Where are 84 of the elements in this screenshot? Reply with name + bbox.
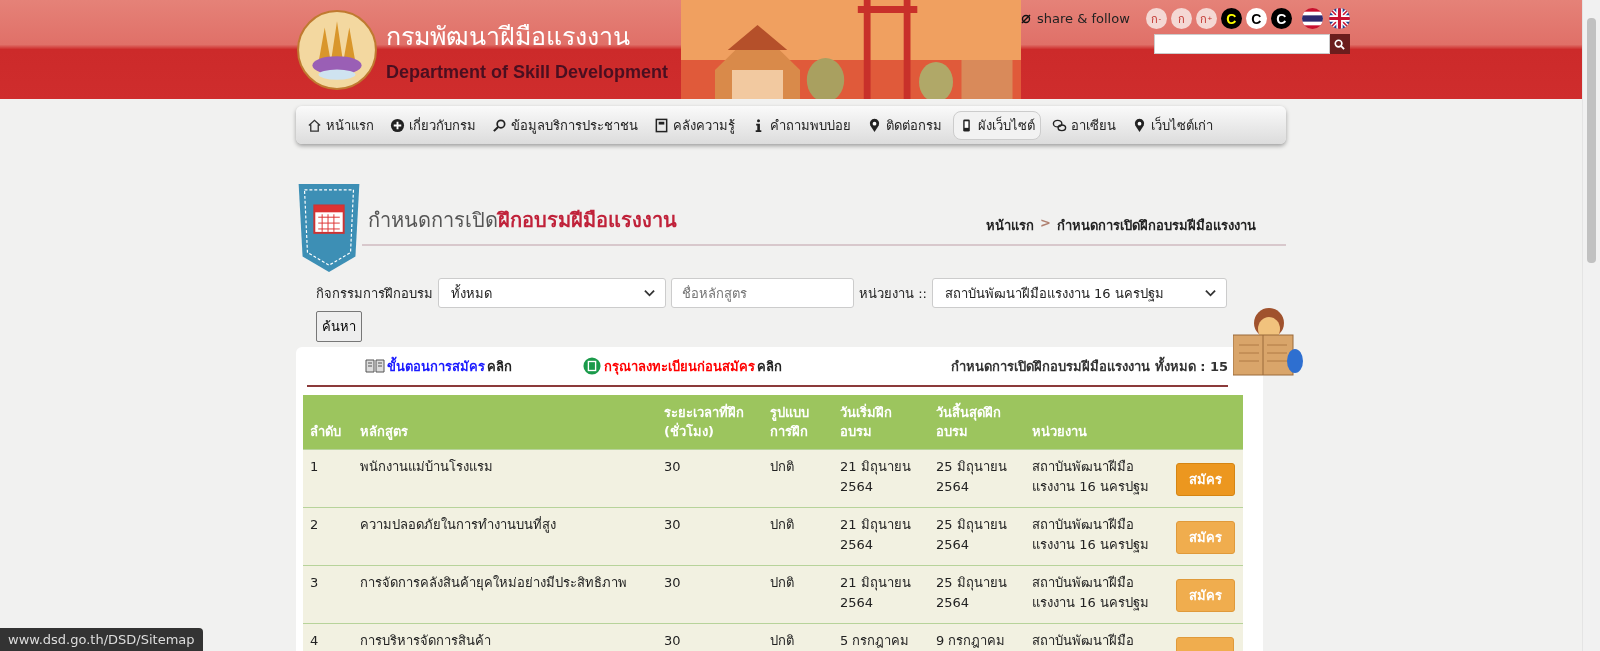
register-icon [582, 357, 602, 375]
total-count: กำหนดการเปิดฝึกอบรมฝีมือแรงงาน ทั้งหมด : 15 [951, 355, 1228, 376]
table-cell: 5 กรกฎาคม [833, 623, 929, 651]
pin-icon [1132, 117, 1147, 133]
table-cell: ปกติ [763, 449, 833, 508]
font-size-button[interactable]: ก [1170, 8, 1192, 29]
menu-item[interactable]: ผังเว็บไซต์ [953, 110, 1041, 140]
breadcrumb-separator: > [1040, 215, 1051, 232]
status-url: www.dsd.go.th/DSD/Sitemap [0, 628, 203, 651]
chevron-icon [1204, 289, 1216, 297]
chevron-icon [644, 289, 655, 297]
column-header: หลักสูตร [353, 395, 657, 450]
column-header: วันเริ่มฝึก อบรม [833, 395, 929, 450]
department-title-english: Department of Skill Development [386, 62, 669, 83]
table-cell: 1 [303, 449, 353, 508]
table-cell: 21 มิถุนายน 2564 [833, 565, 929, 624]
table-cell: สถาบันพัฒนาฝีมือ แรงงาน 16 นครปฐม [1025, 449, 1169, 508]
thai-flag-icon[interactable] [1301, 8, 1323, 29]
menu-item[interactable]: ติดต่อกรม [862, 111, 947, 139]
contrast-button[interactable]: C [1220, 8, 1242, 29]
activity-label: กิจกรรมการฝึกอบรม [316, 284, 433, 303]
table-cell: พนักงานแม่บ้านโรงแรม [353, 449, 657, 508]
info-link[interactable]: ขั้นตอนการสมัครคลิก [365, 355, 512, 377]
scrollbar-thumb[interactable] [1587, 18, 1596, 263]
table-cell: ความปลอดภัยในการทำงานบนที่สูง [353, 507, 657, 566]
breadcrumb-link[interactable]: กำหนดการเปิดฝึกอบรมฝีมือแรงงาน [1057, 215, 1256, 236]
table-cell: 25 มิถุนายน 2564 [929, 507, 1025, 566]
table-cell: ปกติ [763, 507, 833, 566]
table-cell: ปกติ [763, 565, 833, 624]
column-header: หน่วยงาน [1025, 395, 1169, 450]
table-cell: 21 มิถุนายน 2564 [833, 507, 929, 566]
unit-select[interactable]: สถาบันพัฒนาฝีมือแรงงาน 16 นครปฐม [931, 278, 1227, 308]
info-link[interactable]: กรุณาลงทะเบียนก่อนสมัครคลิก [582, 355, 782, 377]
table-cell: 30 [657, 565, 763, 624]
table-cell: 2 [303, 507, 353, 566]
column-header: รูปแบบ การฝึก [763, 395, 833, 450]
table-cell: สถาบันพัฒนาฝีมือ แรงงาน 16 นครปฐม [1025, 507, 1169, 566]
table-cell: 21 มิถุนายน 2564 [833, 449, 929, 508]
search-button[interactable] [1329, 34, 1350, 54]
table-cell: 30 [657, 507, 763, 566]
site-search-field[interactable] [1153, 34, 1330, 54]
menu-item[interactable]: เกี่ยวกับกรม [385, 111, 481, 139]
emblem-logo-icon[interactable] [296, 8, 378, 91]
menu-item[interactable]: หน้าแรก [302, 111, 379, 139]
table-cell: 30 [657, 449, 763, 508]
table-cell: การจัดการคลังสินค้ายุคใหม่อย่างมีประสิทธิภาพ [353, 565, 657, 624]
share-follow-link[interactable]: share & follow [1037, 11, 1130, 26]
menu-item[interactable]: คลังความรู้ [649, 111, 740, 139]
table-cell: การบริหารจัดการสินค้า [353, 623, 657, 651]
chat-icon [1052, 117, 1067, 133]
menu-item[interactable]: เว็บไซต์เก่า [1127, 111, 1218, 139]
plus-icon [390, 117, 405, 133]
table-cell: ปกติ [763, 623, 833, 651]
book-icon [365, 357, 385, 375]
table-cell: 3 [303, 565, 353, 624]
unit-label: หน่วยงาน :: [859, 284, 927, 303]
column-header: ระยะเวลาที่ฝึก (ชั่วโมง) [657, 395, 763, 450]
contrast-button[interactable]: C [1245, 8, 1267, 29]
menu-item[interactable]: คำถามพบบ่อย [746, 111, 856, 139]
activity-select[interactable]: ทั้งหมด [438, 278, 666, 308]
table-cell: สถาบันพัฒนาฝีมือ [1025, 623, 1169, 651]
search-icon [1334, 38, 1346, 50]
column-header: วันสิ้นสุดฝึก อบรม [929, 395, 1025, 450]
department-title: กรมพัฒนาฝีมือแรงงาน [386, 21, 631, 53]
pin-icon [867, 117, 882, 133]
table-cell: 25 มิถุนายน 2564 [929, 449, 1025, 508]
page-title: กำหนดการเปิดฝึกอบรมฝีมือแรงงาน [368, 207, 677, 234]
breadcrumb-link[interactable]: หน้าแรก [986, 215, 1035, 236]
table-cell: 4 [303, 623, 353, 651]
table-cell: 25 มิถุนายน 2564 [929, 565, 1025, 624]
contrast-button[interactable]: C [1270, 8, 1292, 29]
column-header: ลำดับ [303, 395, 353, 450]
table-cell: 9 กรกฎาคม [929, 623, 1025, 651]
menu-item[interactable]: อาเซียน [1047, 111, 1121, 139]
table-cell: 30 [657, 623, 763, 651]
book-icon [654, 117, 669, 133]
home-icon [307, 117, 322, 133]
table-cell: สถาบันพัฒนาฝีมือ แรงงาน 16 นครปฐม [1025, 565, 1169, 624]
search-button[interactable]: ค้นหา [316, 311, 362, 342]
course-name-field[interactable]: ชื่อหลักสูตร [671, 278, 854, 308]
search-icon [492, 117, 507, 133]
share-icon [1021, 13, 1031, 24]
uk-flag-icon[interactable] [1328, 8, 1350, 29]
menu-item[interactable]: ข้อมูลบริการประชาชน [487, 111, 643, 139]
